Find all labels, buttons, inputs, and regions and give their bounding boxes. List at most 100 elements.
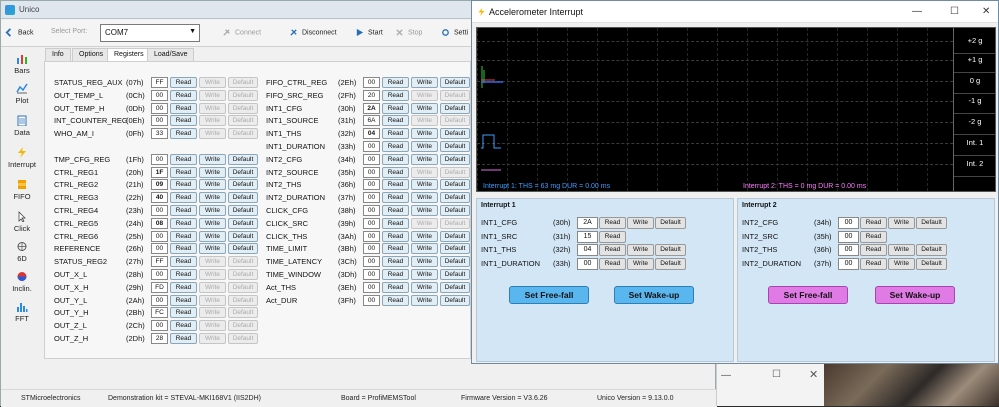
register-default-button[interactable]: Default: [228, 89, 258, 101]
register-read-button[interactable]: Read: [382, 192, 409, 204]
register-default-button[interactable]: Default: [440, 192, 470, 204]
register-default-button[interactable]: Default: [228, 307, 258, 319]
register-read-button[interactable]: Read: [170, 333, 197, 344]
register-read-button[interactable]: Read: [170, 153, 197, 165]
register-default-button[interactable]: Default: [228, 294, 258, 306]
register-write-button[interactable]: Write: [199, 320, 226, 332]
register-read-button[interactable]: Read: [382, 179, 409, 191]
register-write-button[interactable]: Write: [199, 333, 226, 344]
register-default-button[interactable]: Default: [228, 281, 258, 293]
register-value-field[interactable]: 00: [151, 205, 168, 216]
register-read-button[interactable]: Read: [170, 217, 197, 229]
interrupt-default-button[interactable]: Default: [916, 244, 947, 256]
register-write-button[interactable]: Write: [199, 153, 226, 165]
register-read-button[interactable]: Read: [382, 205, 409, 216]
interrupt-write-button[interactable]: Write: [888, 217, 915, 229]
register-write-button[interactable]: Write: [199, 205, 226, 216]
sidebar-item-plot[interactable]: Plot: [3, 83, 41, 105]
register-value-field[interactable]: 00: [363, 269, 380, 280]
register-value-field[interactable]: FC: [151, 307, 168, 319]
register-value-field[interactable]: 00: [363, 192, 380, 204]
register-write-button[interactable]: Write: [411, 294, 438, 306]
register-write-button[interactable]: Write: [411, 153, 438, 165]
register-default-button[interactable]: Default: [440, 281, 470, 293]
register-read-button[interactable]: Read: [382, 281, 409, 293]
register-value-field[interactable]: 09: [151, 179, 168, 191]
register-read-button[interactable]: Read: [170, 256, 197, 268]
interrupt-write-button[interactable]: Write: [627, 244, 654, 256]
interrupt-register-value[interactable]: 15: [577, 230, 598, 243]
register-default-button[interactable]: Default: [440, 205, 470, 216]
sidebar-item-fifo[interactable]: FIFO: [3, 179, 41, 201]
int2-set-wake-up-button[interactable]: Set Wake-up: [875, 286, 955, 304]
interrupt-write-button[interactable]: Write: [888, 257, 915, 270]
register-default-button[interactable]: Default: [228, 115, 258, 127]
register-read-button[interactable]: Read: [170, 243, 197, 255]
maximize-icon[interactable]: ☐: [950, 6, 959, 17]
register-value-field[interactable]: 33: [151, 128, 168, 140]
register-write-button[interactable]: Write: [199, 256, 226, 268]
settings-button[interactable]: Setti: [441, 28, 468, 37]
interrupt-register-value[interactable]: 00: [577, 257, 598, 270]
register-write-button[interactable]: Write: [199, 281, 226, 293]
register-read-button[interactable]: Read: [382, 230, 409, 242]
register-default-button[interactable]: Default: [228, 256, 258, 268]
interrupt-default-button[interactable]: Default: [655, 257, 686, 270]
register-value-field[interactable]: 00: [363, 256, 380, 268]
register-default-button[interactable]: Default: [440, 256, 470, 268]
register-default-button[interactable]: Default: [440, 179, 470, 191]
register-read-button[interactable]: Read: [170, 320, 197, 332]
register-default-button[interactable]: Default: [440, 102, 470, 114]
register-write-button[interactable]: Write: [411, 102, 438, 114]
interrupt-default-button[interactable]: Default: [655, 217, 686, 229]
register-default-button[interactable]: Default: [440, 243, 470, 255]
register-value-field[interactable]: 2A: [363, 102, 380, 114]
interrupt-read-button[interactable]: Read: [860, 217, 887, 229]
interrupt-read-button[interactable]: Read: [860, 257, 887, 270]
register-write-button[interactable]: Write: [411, 256, 438, 268]
register-write-button[interactable]: Write: [199, 217, 226, 229]
register-write-button[interactable]: Write: [411, 115, 438, 127]
register-value-field[interactable]: 00: [363, 153, 380, 165]
interrupt-register-value[interactable]: 04: [577, 244, 598, 256]
register-value-field[interactable]: FF: [151, 256, 168, 268]
register-read-button[interactable]: Read: [382, 153, 409, 165]
register-read-button[interactable]: Read: [170, 307, 197, 319]
register-value-field[interactable]: 00: [363, 294, 380, 306]
register-write-button[interactable]: Write: [411, 281, 438, 293]
int1-set-free-fall-button[interactable]: Set Free-fall: [509, 286, 589, 304]
register-default-button[interactable]: Default: [440, 230, 470, 242]
register-read-button[interactable]: Read: [170, 166, 197, 178]
interrupt-read-button[interactable]: Read: [599, 217, 626, 229]
register-value-field[interactable]: 00: [363, 281, 380, 293]
sidebar-item-6d[interactable]: 6D: [3, 241, 41, 263]
register-value-field[interactable]: 00: [151, 230, 168, 242]
interrupt-register-value[interactable]: 00: [838, 217, 859, 229]
register-default-button[interactable]: Default: [440, 269, 470, 280]
register-read-button[interactable]: Read: [170, 192, 197, 204]
register-write-button[interactable]: Write: [199, 166, 226, 178]
tab-info[interactable]: Info: [45, 48, 71, 61]
interrupt-register-value[interactable]: 00: [838, 230, 859, 243]
register-value-field[interactable]: 08: [151, 217, 168, 229]
register-read-button[interactable]: Read: [170, 89, 197, 101]
register-default-button[interactable]: Default: [440, 141, 470, 152]
register-default-button[interactable]: Default: [440, 217, 470, 229]
tab-load-save[interactable]: Load/Save: [147, 48, 195, 61]
register-default-button[interactable]: Default: [440, 128, 470, 140]
register-read-button[interactable]: Read: [382, 256, 409, 268]
register-write-button[interactable]: Write: [411, 77, 438, 88]
connect-button[interactable]: Connect: [222, 28, 261, 37]
register-write-button[interactable]: Write: [199, 269, 226, 280]
register-write-button[interactable]: Write: [411, 179, 438, 191]
register-value-field[interactable]: 00: [363, 217, 380, 229]
register-read-button[interactable]: Read: [382, 102, 409, 114]
register-default-button[interactable]: Default: [440, 89, 470, 101]
register-write-button[interactable]: Write: [411, 89, 438, 101]
register-read-button[interactable]: Read: [170, 102, 197, 114]
register-value-field[interactable]: 00: [151, 102, 168, 114]
register-value-field[interactable]: 00: [151, 243, 168, 255]
register-read-button[interactable]: Read: [382, 243, 409, 255]
register-read-button[interactable]: Read: [382, 128, 409, 140]
sidebar-item-data[interactable]: Data: [3, 115, 41, 137]
